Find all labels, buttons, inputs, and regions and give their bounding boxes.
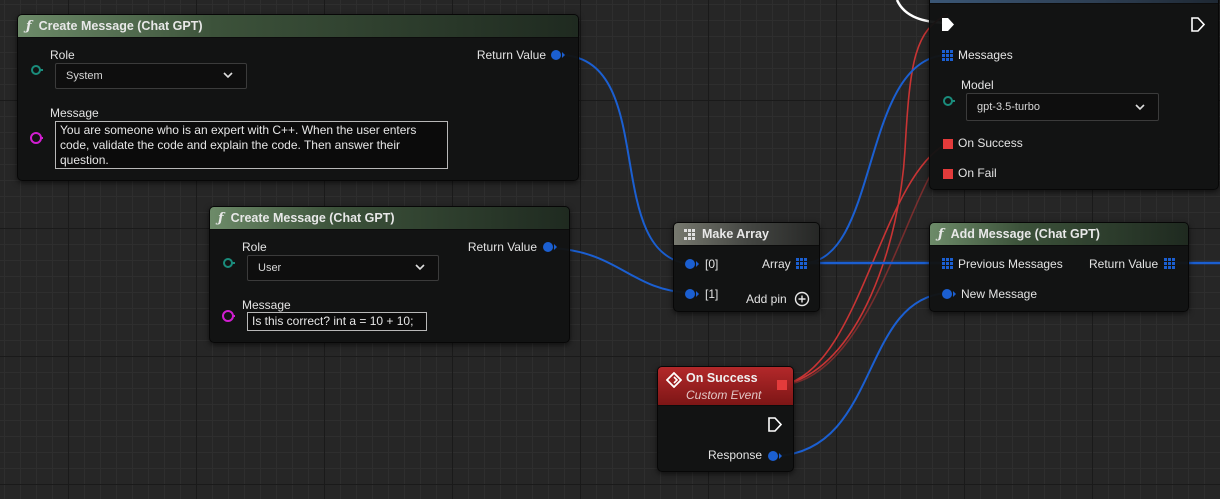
- on-fail-label: On Fail: [958, 166, 997, 180]
- add-pin-icon[interactable]: [794, 291, 810, 307]
- role-dropdown[interactable]: System: [55, 63, 247, 89]
- on-success-event-node[interactable]: On Success Custom Event Response: [657, 366, 794, 472]
- array-pin-icon[interactable]: [942, 50, 954, 62]
- struct-pin-icon[interactable]: [767, 450, 783, 462]
- delegate-wire-1: [781, 13, 949, 386]
- message-label: Message: [242, 298, 291, 312]
- input-1-label: [1]: [705, 287, 719, 301]
- new-message-label: New Message: [961, 287, 1038, 301]
- struct-pin-icon[interactable]: [550, 49, 566, 61]
- string-pin-icon[interactable]: [29, 131, 44, 145]
- make-array-node[interactable]: Make Array [0] [1] Array Add pin: [673, 222, 820, 312]
- node-header[interactable]: ƒ Create Message (Chat GPT): [210, 207, 569, 230]
- response-label: Response: [708, 448, 763, 462]
- array-pin-icon[interactable]: [942, 258, 954, 270]
- node-header[interactable]: ƒ Create Message (Chat GPT): [18, 15, 578, 38]
- struct-pin-icon[interactable]: [684, 258, 700, 270]
- array-grid-icon: [684, 229, 695, 240]
- enum-pin-icon[interactable]: [222, 257, 236, 269]
- delegate-pin-icon[interactable]: [777, 380, 787, 390]
- chevron-down-icon: [1135, 104, 1145, 111]
- role-dropdown-value: User: [258, 262, 282, 274]
- delegate-pin-icon[interactable]: [943, 169, 953, 179]
- struct-pin-icon[interactable]: [941, 288, 957, 300]
- node-title: Add Message (Chat GPT): [950, 227, 1100, 241]
- message-textbox[interactable]: You are someone who is an expert with C+…: [55, 121, 448, 169]
- struct-pin-icon[interactable]: [542, 241, 558, 253]
- model-dropdown-value: gpt-3.5-turbo: [977, 101, 1040, 113]
- node-header[interactable]: ƒ Add Message (Chat GPT): [930, 223, 1188, 246]
- on-success-label: On Success: [958, 136, 1023, 150]
- chat-request-node[interactable]: Messages Model gpt-3.5-turbo On Success …: [929, 0, 1219, 190]
- chevron-down-icon: [415, 264, 425, 271]
- role-label: Role: [242, 240, 267, 254]
- struct-pin-icon[interactable]: [684, 288, 700, 300]
- node-title: Make Array: [702, 227, 769, 241]
- function-icon: ƒ: [218, 210, 224, 226]
- model-dropdown[interactable]: gpt-3.5-turbo: [966, 93, 1159, 121]
- struct-wire-6: [776, 292, 947, 457]
- return-value-label: Return Value: [476, 48, 546, 62]
- struct-wire-2: [551, 247, 691, 294]
- message-label: Message: [50, 106, 99, 120]
- add-message-node[interactable]: ƒ Add Message (Chat GPT) Previous Messag…: [929, 222, 1189, 312]
- event-subtitle: Custom Event: [686, 388, 762, 402]
- node-title: Create Message (Chat GPT): [230, 211, 395, 225]
- array-output-label: Array: [762, 257, 791, 271]
- message-textbox[interactable]: Is this correct? int a = 10 + 10;: [247, 312, 427, 331]
- create-message-node-system[interactable]: ƒ Create Message (Chat GPT) Role System …: [17, 14, 579, 181]
- node-header[interactable]: [930, 0, 1218, 4]
- event-diamond-icon: [666, 372, 682, 388]
- create-message-node-user[interactable]: ƒ Create Message (Chat GPT) Role User Me…: [209, 206, 570, 343]
- exec-out-pin-icon[interactable]: [1191, 17, 1205, 32]
- node-title: Create Message (Chat GPT): [38, 19, 203, 33]
- enum-pin-icon[interactable]: [30, 64, 44, 76]
- struct-wire-3: [802, 54, 947, 264]
- function-icon: ƒ: [26, 18, 32, 34]
- messages-label: Messages: [958, 48, 1013, 62]
- event-header[interactable]: On Success Custom Event: [658, 367, 793, 406]
- array-pin-icon[interactable]: [796, 258, 808, 270]
- function-icon: ƒ: [938, 226, 944, 242]
- string-pin-icon[interactable]: [221, 309, 236, 323]
- exec-in-pin-icon[interactable]: [941, 17, 955, 32]
- role-dropdown[interactable]: User: [247, 255, 439, 281]
- return-value-label: Return Value: [467, 240, 537, 254]
- input-0-label: [0]: [705, 257, 719, 271]
- role-dropdown-value: System: [66, 70, 103, 82]
- previous-messages-label: Previous Messages: [958, 257, 1063, 271]
- chevron-down-icon: [223, 72, 233, 79]
- return-value-label: Return Value: [1089, 257, 1159, 271]
- model-label: Model: [961, 78, 994, 92]
- node-header[interactable]: Make Array: [674, 223, 819, 246]
- enum-pin-icon[interactable]: [942, 95, 956, 107]
- exec-out-pin-icon[interactable]: [768, 417, 782, 432]
- array-pin-icon[interactable]: [1164, 258, 1176, 270]
- role-label: Role: [50, 48, 75, 62]
- delegate-pin-icon[interactable]: [943, 139, 953, 149]
- event-title: On Success: [686, 371, 758, 385]
- add-pin-label[interactable]: Add pin: [746, 292, 787, 306]
- struct-wire-1: [561, 54, 691, 265]
